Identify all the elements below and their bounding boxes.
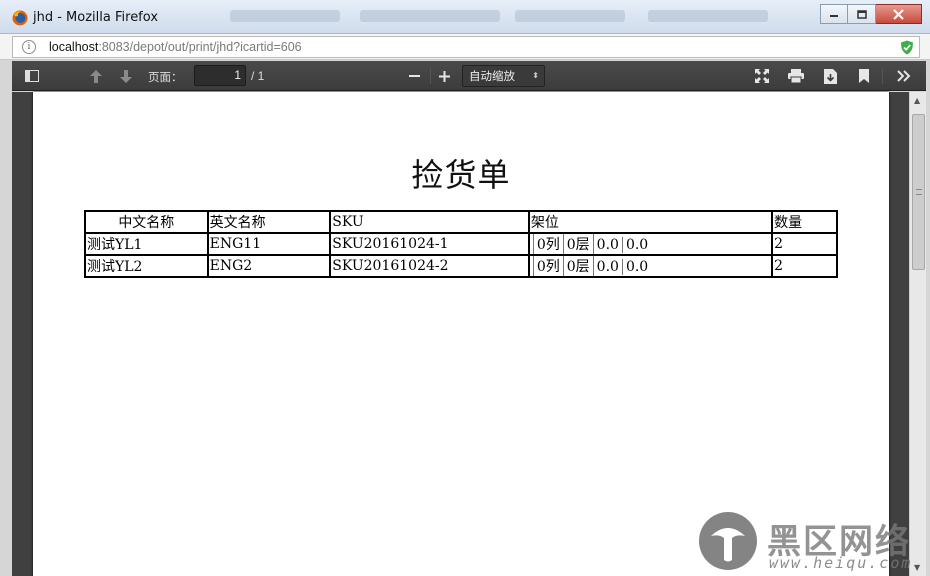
location-y: 0.0 bbox=[625, 259, 649, 275]
zoom-select[interactable]: 自动缩放 ⬍ bbox=[462, 65, 545, 87]
site-info-icon[interactable]: i bbox=[22, 40, 36, 54]
cell-sku: SKU20161024-1 bbox=[329, 232, 530, 256]
cell-sku: SKU20161024-2 bbox=[329, 254, 530, 278]
minus-icon bbox=[408, 74, 420, 77]
maximize-icon bbox=[856, 9, 867, 19]
toolbar-separator bbox=[882, 68, 883, 84]
fullscreen-icon bbox=[755, 69, 769, 83]
grip-icon bbox=[916, 189, 922, 195]
cell-en-name: ENG11 bbox=[206, 232, 332, 256]
column-header-en-name: 英文名称 bbox=[206, 210, 332, 234]
pdf-viewer[interactable]: 捡货单 中文名称 英文名称 SKU 架位 数量 测试YL1 ENG11 SKU2… bbox=[12, 92, 926, 576]
zoom-in-button[interactable] bbox=[432, 61, 456, 91]
arrow-down-icon bbox=[120, 69, 132, 83]
minimize-icon bbox=[830, 15, 838, 17]
cell-location: 0列 0层 0.0 0.0 bbox=[527, 232, 774, 256]
window-title: jhd - Mozilla Firefox bbox=[33, 10, 159, 25]
close-button[interactable] bbox=[876, 4, 922, 24]
watermark: 黑区网络 www.heiqu.com bbox=[697, 510, 930, 576]
bookmark-icon bbox=[859, 69, 869, 83]
print-button[interactable] bbox=[784, 61, 808, 91]
toolbar-separator bbox=[430, 68, 431, 84]
location-layer: 0层 bbox=[564, 234, 594, 254]
blurred-tab-title bbox=[360, 10, 500, 22]
location-column: 0列 bbox=[532, 256, 564, 276]
column-header-location: 架位 bbox=[527, 210, 774, 234]
minimize-button[interactable] bbox=[820, 4, 848, 24]
download-icon bbox=[823, 68, 837, 84]
pdf-toolbar: 页面： 1 / 1 自动缩放 ⬍ bbox=[12, 61, 926, 91]
page-number-input[interactable]: 1 bbox=[194, 65, 246, 86]
cell-location: 0列 0层 0.0 0.0 bbox=[527, 254, 774, 278]
column-header-quantity: 数量 bbox=[771, 210, 838, 234]
cell-quantity: 2 bbox=[771, 254, 838, 278]
maximize-button[interactable] bbox=[848, 4, 876, 24]
bookmark-button[interactable] bbox=[852, 61, 876, 91]
table-row: 测试YL2 ENG2 SKU20161024-2 0列 0层 0.0 0.0 2 bbox=[84, 254, 838, 278]
sidebar-toggle-button[interactable] bbox=[20, 61, 44, 91]
url-text[interactable]: localhost:8083/depot/out/print/jhd?icart… bbox=[49, 40, 302, 54]
close-icon bbox=[893, 8, 904, 20]
scroll-up-icon[interactable]: ▲ bbox=[914, 96, 920, 105]
location-y: 0.0 bbox=[625, 237, 649, 253]
watermark-url-text: www.heiqu.com bbox=[769, 554, 913, 572]
cell-quantity: 2 bbox=[771, 232, 838, 256]
page-label: 页面： bbox=[148, 70, 183, 84]
double-chevron-right-icon bbox=[897, 70, 911, 82]
location-column: 0列 bbox=[532, 234, 564, 254]
presentation-mode-button[interactable] bbox=[750, 61, 774, 91]
scrollbar-thumb[interactable] bbox=[912, 114, 925, 270]
sidebar-icon bbox=[25, 70, 39, 82]
arrow-up-icon bbox=[90, 69, 102, 83]
zoom-out-button[interactable] bbox=[402, 61, 426, 91]
printer-icon bbox=[788, 69, 804, 83]
cell-cn-name: 测试YL1 bbox=[84, 232, 209, 256]
url-field[interactable]: i localhost:8083/depot/out/print/jhd?ica… bbox=[12, 36, 920, 58]
blurred-tab-title bbox=[648, 10, 768, 22]
download-button[interactable] bbox=[818, 61, 842, 91]
shield-icon[interactable] bbox=[900, 40, 914, 55]
vertical-scrollbar[interactable]: ▲ ▼ bbox=[909, 92, 926, 576]
dropdown-arrow-icon: ⬍ bbox=[532, 71, 539, 80]
window-titlebar[interactable]: jhd - Mozilla Firefox bbox=[0, 0, 930, 34]
column-header-sku: SKU bbox=[329, 210, 530, 234]
url-path: :8083/depot/out/print/jhd?icartid=606 bbox=[98, 40, 302, 54]
column-header-cn-name: 中文名称 bbox=[84, 210, 209, 234]
table-header-row: 中文名称 英文名称 SKU 架位 数量 bbox=[84, 210, 838, 234]
document-title: 捡货单 bbox=[411, 156, 511, 194]
pdf-page: 捡货单 中文名称 英文名称 SKU 架位 数量 测试YL1 ENG11 SKU2… bbox=[33, 92, 889, 576]
blurred-tab-title bbox=[515, 10, 625, 22]
tools-menu-button[interactable] bbox=[892, 61, 916, 91]
blurred-tab-title bbox=[230, 10, 340, 22]
zoom-select-value: 自动缩放 bbox=[469, 69, 515, 83]
location-x: 0.0 bbox=[594, 237, 623, 253]
cell-cn-name: 测试YL2 bbox=[84, 254, 209, 278]
previous-page-button[interactable] bbox=[84, 61, 108, 91]
next-page-button[interactable] bbox=[114, 61, 138, 91]
cell-en-name: ENG2 bbox=[206, 254, 332, 278]
url-host: localhost bbox=[49, 40, 99, 54]
picklist-table: 中文名称 英文名称 SKU 架位 数量 测试YL1 ENG11 SKU20161… bbox=[84, 210, 838, 278]
firefox-icon bbox=[12, 10, 28, 26]
location-layer: 0层 bbox=[564, 256, 594, 276]
location-x: 0.0 bbox=[594, 259, 623, 275]
table-row: 测试YL1 ENG11 SKU20161024-1 0列 0层 0.0 0.0 2 bbox=[84, 232, 838, 256]
address-bar: i localhost:8083/depot/out/print/jhd?ica… bbox=[0, 34, 930, 60]
plus-icon bbox=[438, 70, 450, 82]
page-count: / 1 bbox=[251, 69, 265, 83]
watermark-logo-icon bbox=[699, 512, 757, 570]
